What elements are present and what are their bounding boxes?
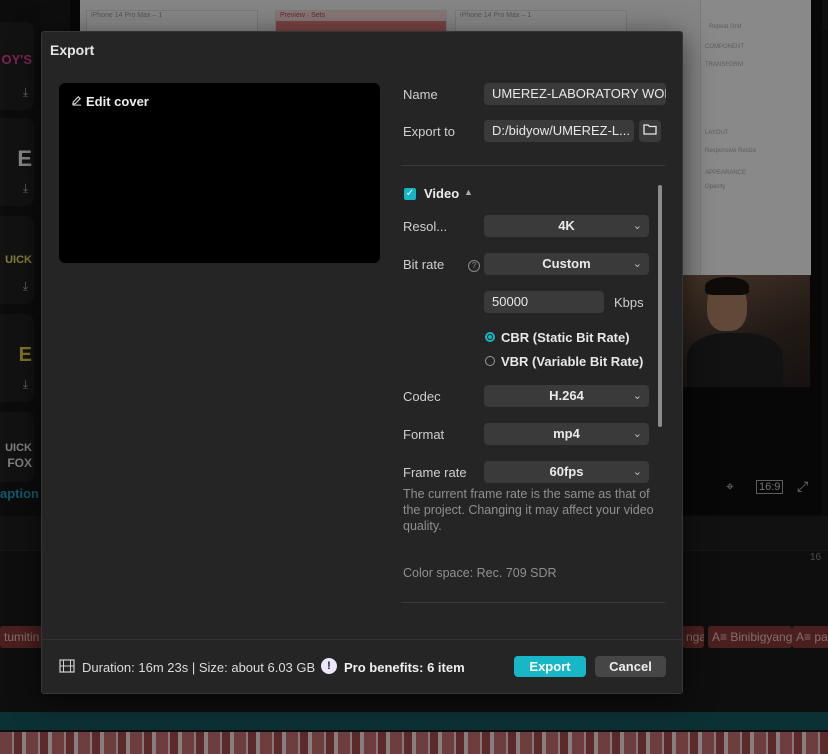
section-divider: [401, 602, 665, 603]
framerate-note: The current frame rate is the same as th…: [403, 487, 654, 533]
chevron-down-icon: ⌄: [632, 220, 642, 232]
video-checkbox[interactable]: ✓: [404, 188, 416, 200]
export-button[interactable]: Export: [514, 656, 586, 677]
codec-label: Codec: [403, 389, 441, 404]
pro-benefits-link[interactable]: Pro benefits: 6 item: [344, 660, 465, 675]
chevron-down-icon: ⌄: [632, 428, 642, 440]
bitrate-input[interactable]: 50000: [484, 291, 604, 313]
duration-size-info: Duration: 16m 23s | Size: about 6.03 GB: [82, 660, 316, 675]
vbr-label[interactable]: VBR (Variable Bit Rate): [501, 354, 643, 369]
export-dialog: Export Edit cover Name UMEREZ-LABORATORY…: [41, 31, 683, 694]
section-divider: [401, 165, 665, 166]
cancel-button[interactable]: Cancel: [595, 656, 666, 677]
format-select[interactable]: mp4 ⌄: [484, 423, 649, 445]
color-space-text: Color space: Rec. 709 SDR: [403, 566, 557, 580]
cover-preview[interactable]: Edit cover: [59, 83, 380, 263]
dialog-title: Export: [50, 42, 95, 58]
video-section-title: Video: [424, 186, 460, 201]
codec-select[interactable]: H.264 ⌄: [484, 385, 649, 407]
vbr-radio[interactable]: [485, 356, 495, 366]
folder-icon: [643, 122, 657, 140]
resolution-label: Resol...: [403, 219, 448, 234]
settings-scrollbar[interactable]: [658, 185, 662, 427]
chevron-down-icon: ⌄: [632, 466, 642, 478]
chevron-down-icon: ⌄: [632, 258, 642, 270]
cbr-radio[interactable]: [485, 332, 495, 342]
framerate-select[interactable]: 60fps ⌄: [484, 461, 649, 483]
name-label: Name: [403, 87, 438, 102]
edit-cover-label: Edit cover: [86, 94, 149, 109]
resolution-select[interactable]: 4K ⌄: [484, 215, 649, 237]
footer-divider: [42, 639, 682, 640]
help-icon[interactable]: ?: [468, 260, 480, 272]
browse-folder-button[interactable]: [639, 120, 661, 142]
export-to-label: Export to: [403, 124, 456, 139]
edit-cover-button[interactable]: Edit cover: [71, 94, 149, 109]
bitrate-select[interactable]: Custom ⌄: [484, 253, 649, 275]
export-path-input[interactable]: D:/bidyow/UMEREZ-L...: [484, 120, 634, 142]
cbr-label[interactable]: CBR (Static Bit Rate): [501, 330, 630, 345]
exclamation-icon: !: [321, 658, 337, 674]
film-icon: [59, 659, 75, 673]
bitrate-label: Bit rate: [403, 257, 445, 272]
framerate-label: Frame rate: [403, 465, 467, 480]
bitrate-unit: Kbps: [614, 295, 644, 310]
format-label: Format: [403, 427, 445, 442]
collapse-caret-icon[interactable]: ▲: [464, 187, 473, 197]
pencil-icon: [71, 94, 82, 109]
name-input[interactable]: UMEREZ-LABORATORY WOR: [484, 83, 666, 105]
chevron-down-icon: ⌄: [632, 390, 642, 402]
